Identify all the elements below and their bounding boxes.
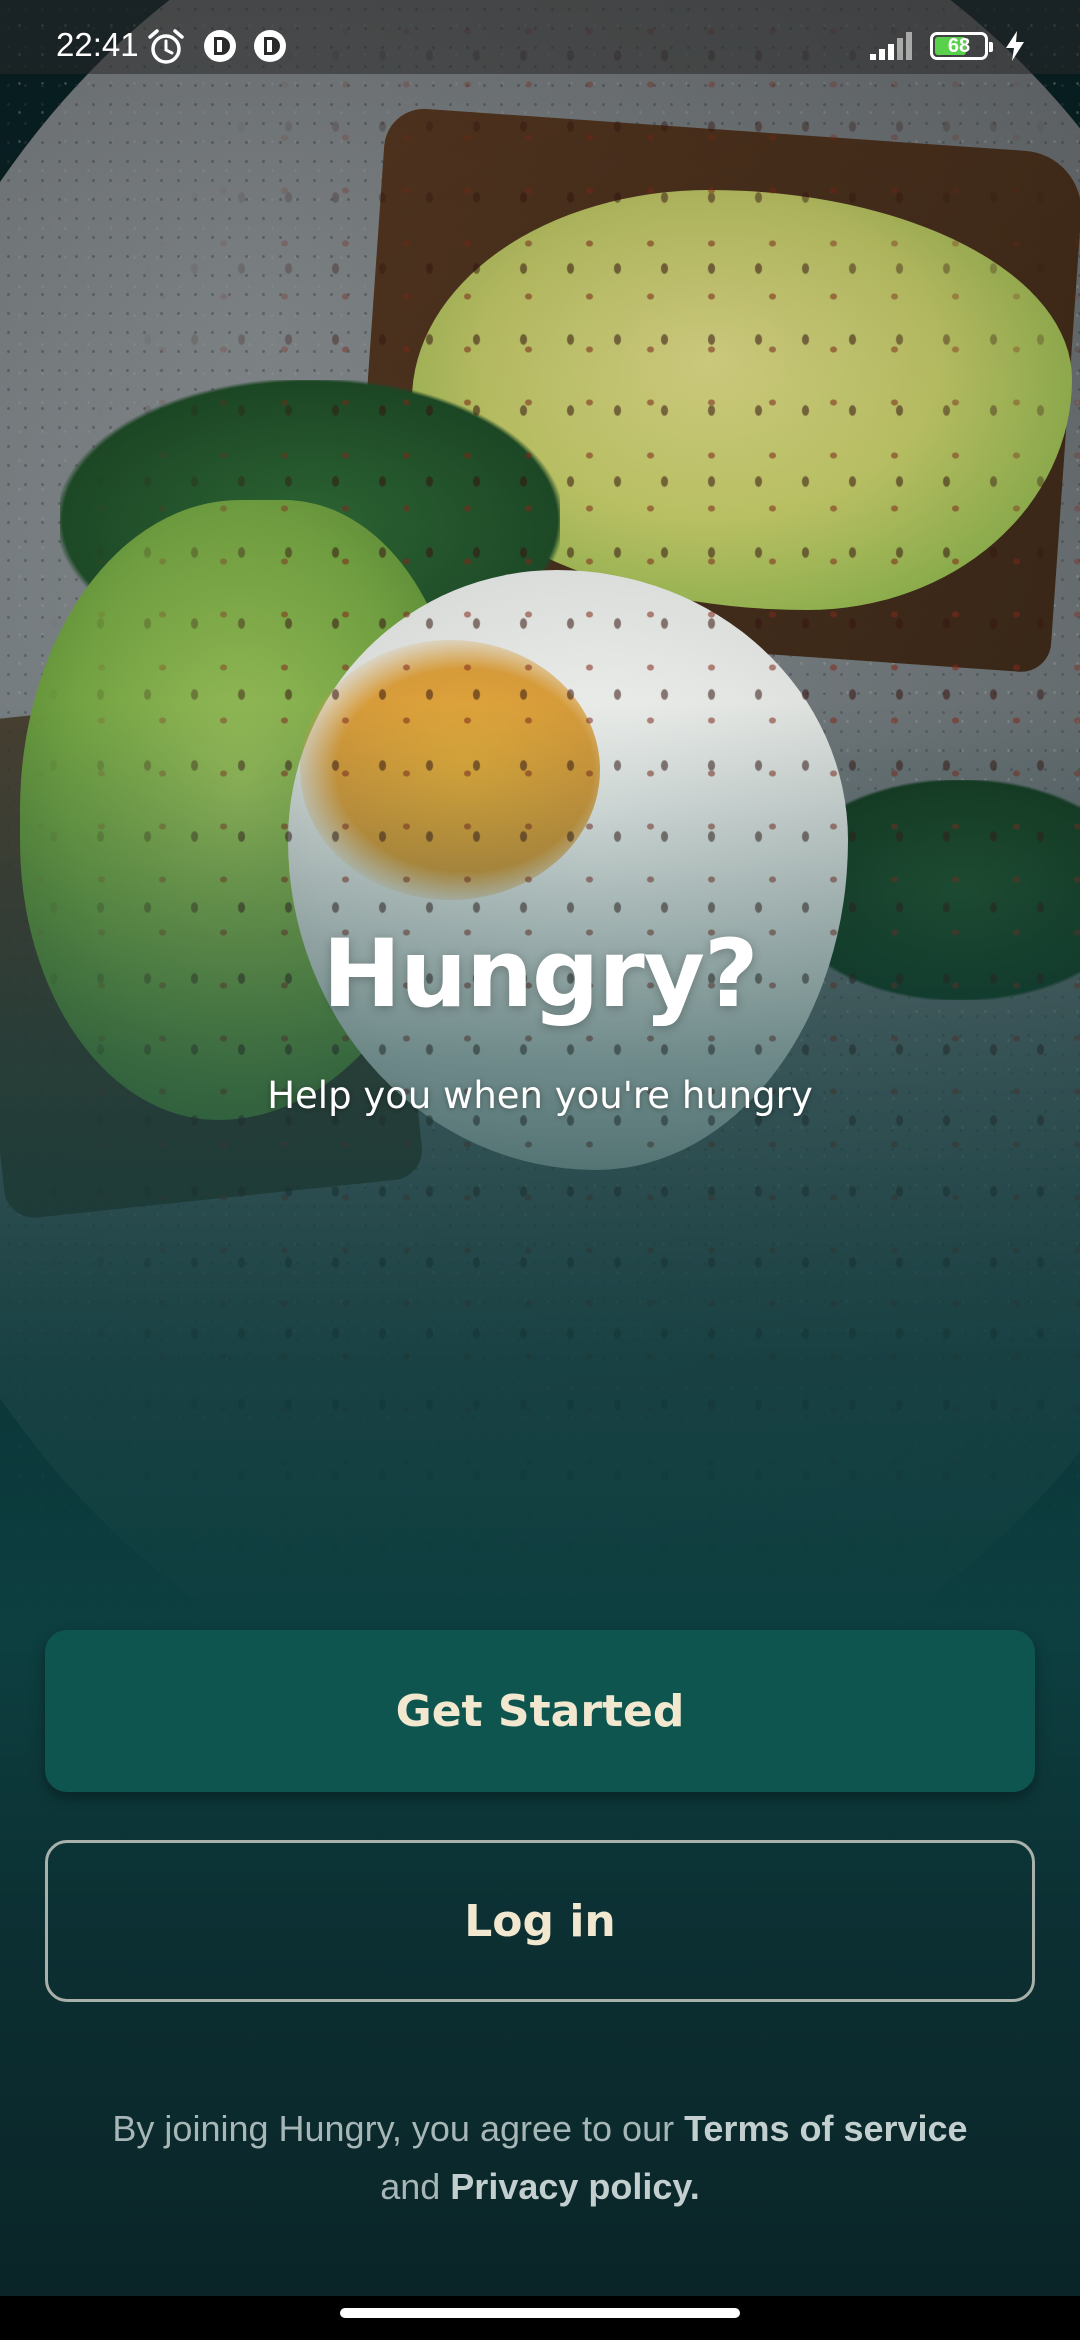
hero-subtitle: Help you when you're hungry xyxy=(267,1074,813,1117)
welcome-screen: 22:41 68 Hungry? Help you when you're hu… xyxy=(0,0,1080,2340)
terms-of-service-link[interactable]: Terms of service xyxy=(684,2108,967,2149)
status-time: 22:41 xyxy=(56,26,139,63)
login-label: Log in xyxy=(464,1895,616,1947)
app-icon xyxy=(204,30,236,62)
battery-level: 68 xyxy=(947,34,971,57)
hero-title: Hungry? xyxy=(322,920,759,1029)
alarm-icon xyxy=(148,29,184,64)
get-started-button[interactable]: Get Started xyxy=(45,1630,1035,1792)
legal-prefix: By joining Hungry, you agree to our xyxy=(112,2108,685,2149)
app-icon xyxy=(254,30,286,62)
login-button[interactable]: Log in xyxy=(45,1840,1035,2002)
charging-bolt-icon xyxy=(1006,31,1024,61)
legal-text: By joining Hungry, you agree to our Term… xyxy=(60,2100,1020,2216)
battery-icon: 68 xyxy=(930,32,993,60)
privacy-policy-link[interactable]: Privacy policy. xyxy=(450,2166,699,2207)
home-indicator[interactable] xyxy=(340,2308,740,2318)
navigation-bar xyxy=(0,2296,1080,2340)
status-bar: 22:41 68 xyxy=(0,0,1080,74)
get-started-label: Get Started xyxy=(395,1685,685,1737)
legal-middle: and xyxy=(380,2166,451,2207)
signal-icon xyxy=(870,32,912,60)
